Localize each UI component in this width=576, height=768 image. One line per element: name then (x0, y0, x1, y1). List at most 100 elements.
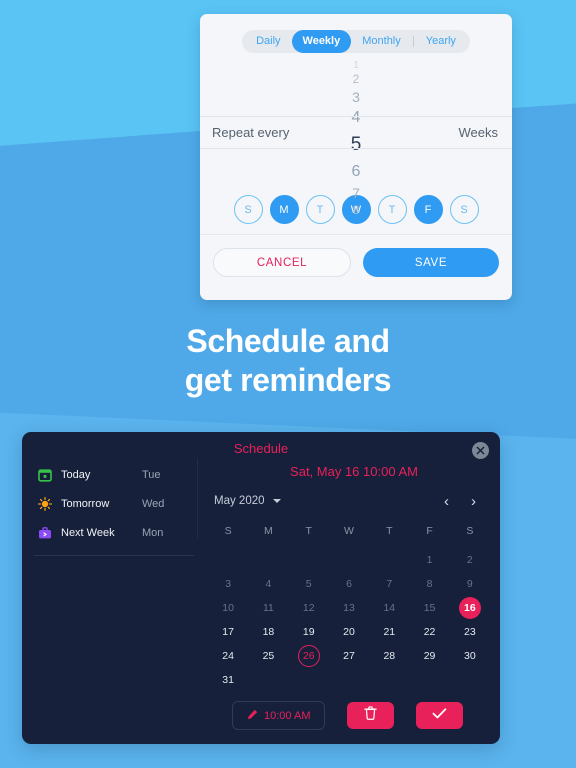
calendar-day-26[interactable]: 26 (289, 644, 329, 668)
calendar-day-13[interactable]: 13 (329, 596, 369, 620)
briefcase-icon (38, 526, 52, 540)
month-selector[interactable]: May 2020 (214, 495, 281, 507)
sidebar-day-next-week: Mon (142, 526, 164, 539)
calendar-icon (38, 468, 52, 482)
calendar-day-12[interactable]: 12 (289, 596, 329, 620)
calendar-day-29[interactable]: 29 (409, 644, 449, 668)
dow-tue: T (305, 525, 312, 537)
trash-icon (364, 706, 378, 725)
calendar-day-22[interactable]: 22 (409, 620, 449, 644)
calendar-day-27[interactable]: 27 (329, 644, 369, 668)
picker-option-7[interactable]: 7 (336, 183, 376, 203)
calendar-day-21[interactable]: 21 (369, 620, 409, 644)
calendar-day-18[interactable]: 18 (248, 620, 288, 644)
headline-line-1: Schedule and (186, 323, 390, 359)
sidebar-label-today: Today (61, 468, 91, 481)
time-button[interactable]: 10:00 AM (232, 701, 326, 730)
recurrence-dialog: Daily Weekly Monthly Yearly 1 2 3 4 5 6 … (200, 14, 512, 300)
segment-divider (412, 36, 414, 47)
calendar-day-24[interactable]: 24 (208, 644, 248, 668)
calendar-day-19[interactable]: 19 (289, 620, 329, 644)
confirm-button[interactable] (416, 702, 464, 729)
calendar-day-7[interactable]: 7 (369, 572, 409, 596)
calendar-cell-empty (208, 548, 248, 572)
calendar-day-30[interactable]: 30 (450, 644, 490, 668)
calendar-cell-empty (329, 548, 369, 572)
page-title: Schedule and get reminders (0, 322, 576, 400)
repeat-interval-picker[interactable]: 1 2 3 4 5 6 7 8 Repeat every Weeks (200, 59, 512, 217)
dow-sun: S (224, 525, 232, 537)
pencil-icon (247, 709, 258, 723)
calendar-day-1[interactable]: 1 (409, 548, 449, 572)
calendar-cell-empty (289, 548, 329, 572)
chevron-left-icon[interactable]: ‹ (444, 494, 449, 509)
calendar-day-5[interactable]: 5 (289, 572, 329, 596)
picker-option-2[interactable]: 2 (336, 72, 376, 88)
schedule-title: Schedule (233, 441, 289, 456)
sidebar-item-today[interactable]: Today Tue (22, 460, 186, 489)
calendar-nav: ‹ › (444, 494, 484, 509)
sidebar-item-next-week[interactable]: Next Week Mon (22, 518, 186, 547)
schedule-actions: 10:00 AM (208, 701, 490, 730)
chevron-right-icon[interactable]: › (471, 494, 476, 509)
schedule-dialog: Schedule Sat, May 16 10:00 AM Today Tue (22, 432, 500, 744)
sidebar-day-tomorrow: Wed (142, 497, 165, 510)
headline-line-2: get reminders (184, 362, 392, 398)
calendar-day-15[interactable]: 15 (409, 596, 449, 620)
month-label: May 2020 (214, 495, 265, 507)
chevron-down-icon (272, 498, 281, 503)
picker-option-6[interactable]: 6 (336, 160, 376, 183)
sidebar-vertical-divider (197, 458, 198, 538)
dow-thu: T (386, 525, 393, 537)
quick-date-sidebar: Today Tue Tomorrow Wed Next Week Mon (22, 460, 194, 556)
sidebar-label-next-week: Next Week (61, 526, 115, 539)
dialog-actions: CANCEL SAVE (200, 235, 512, 277)
repeat-every-row: Repeat every Weeks (200, 116, 512, 149)
picker-option-8[interactable]: 8 (336, 203, 376, 218)
calendar-day-6[interactable]: 6 (329, 572, 369, 596)
picker-option-3[interactable]: 3 (336, 88, 376, 107)
calendar-day-23[interactable]: 23 (450, 620, 490, 644)
sidebar-divider (34, 555, 194, 556)
sidebar-day-today: Tue (142, 468, 161, 481)
calendar-day-14[interactable]: 14 (369, 596, 409, 620)
picker-option-1[interactable]: 1 (336, 59, 376, 72)
sidebar-item-tomorrow[interactable]: Tomorrow Wed (22, 489, 186, 518)
repeat-unit-label: Weeks (458, 125, 499, 140)
calendar-day-8[interactable]: 8 (409, 572, 449, 596)
close-icon[interactable] (472, 442, 489, 459)
calendar-day-grid: 1 2 3 4 5 6 7 8 9 10 11 12 13 14 15 16 17 18 19 20 21 22 23 24 2… (208, 548, 490, 692)
calendar-day-31[interactable]: 31 (208, 668, 248, 692)
check-icon (432, 707, 447, 725)
calendar-day-28[interactable]: 28 (369, 644, 409, 668)
tab-daily[interactable]: Daily (245, 30, 291, 53)
calendar-day-16[interactable]: 16 (450, 596, 490, 620)
sidebar-label-tomorrow: Tomorrow (61, 497, 110, 510)
tab-monthly[interactable]: Monthly (351, 30, 412, 53)
cancel-button[interactable]: CANCEL (213, 248, 351, 277)
calendar-day-2[interactable]: 2 (450, 548, 490, 572)
calendar-cell-empty (248, 548, 288, 572)
dow-fri: F (426, 525, 433, 537)
calendar-day-17[interactable]: 17 (208, 620, 248, 644)
calendar: May 2020 ‹ › S M T W T F S 1 2 3 4 5 6 7 8 9 10 11… (208, 488, 490, 692)
calendar-day-25[interactable]: 25 (248, 644, 288, 668)
calendar-day-11[interactable]: 11 (248, 596, 288, 620)
calendar-day-3[interactable]: 3 (208, 572, 248, 596)
calendar-dow-row: S M T W T F S (208, 520, 490, 542)
calendar-cell-empty (369, 548, 409, 572)
calendar-day-4[interactable]: 4 (248, 572, 288, 596)
tab-weekly[interactable]: Weekly (291, 30, 352, 53)
sun-icon (38, 496, 52, 511)
calendar-day-9[interactable]: 9 (450, 572, 490, 596)
tab-yearly[interactable]: Yearly (415, 30, 467, 53)
save-button[interactable]: SAVE (363, 248, 499, 277)
calendar-day-20[interactable]: 20 (329, 620, 369, 644)
calendar-day-10[interactable]: 10 (208, 596, 248, 620)
dow-wed: W (344, 525, 354, 537)
selected-datetime: Sat, May 16 10:00 AM (290, 464, 418, 479)
frequency-segmented-control: Daily Weekly Monthly Yearly (200, 14, 512, 53)
calendar-header: May 2020 ‹ › (208, 488, 490, 514)
dow-sat: S (466, 525, 474, 537)
delete-button[interactable] (347, 702, 395, 729)
